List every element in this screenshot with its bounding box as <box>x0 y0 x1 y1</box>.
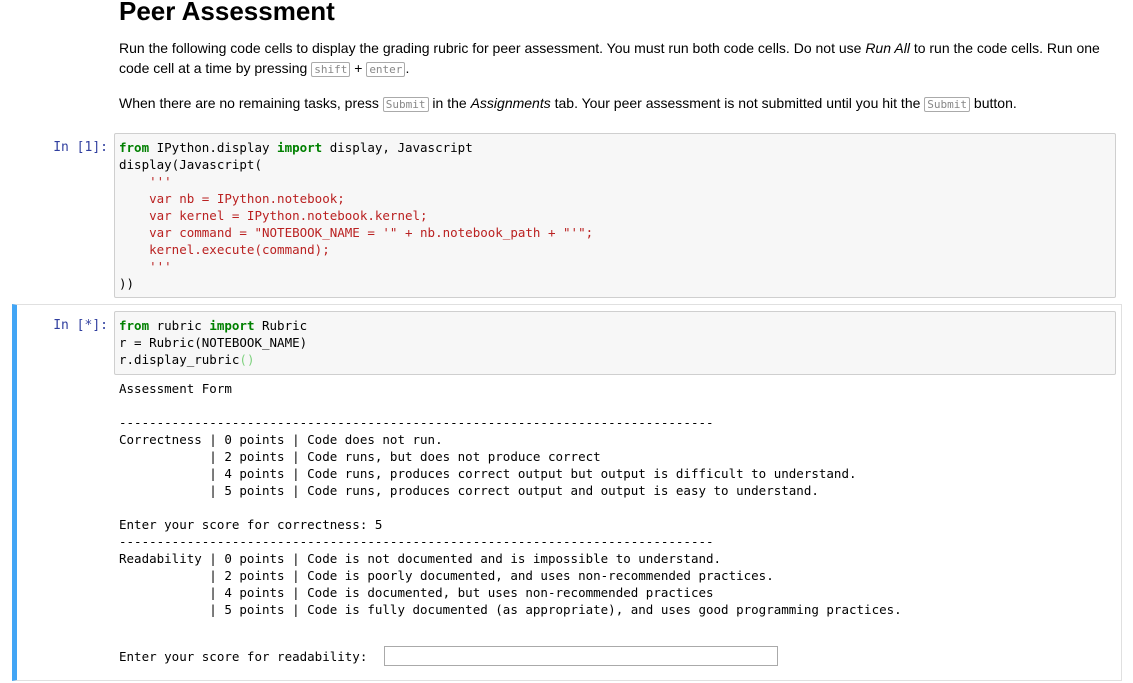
submit-key-2: Submit <box>924 97 971 112</box>
code-cell-1[interactable]: from IPython.display import display, Jav… <box>114 133 1116 298</box>
code-cell-1-source[interactable]: from IPython.display import display, Jav… <box>115 134 1115 297</box>
readability-prompt: Enter your score for readability: <box>119 649 368 664</box>
readability-score-input[interactable] <box>384 646 778 666</box>
output-heading: Assessment Form <box>119 381 232 396</box>
code-cell-2[interactable]: from rubric import Rubric r = Rubric(NOT… <box>114 311 1116 375</box>
readability-rubric: ----------------------------------------… <box>119 534 902 617</box>
cell1-prompt: In [1]: <box>53 140 108 155</box>
correctness-rubric: ----------------------------------------… <box>119 415 857 532</box>
js-string: ''' var nb = IPython.notebook; var kerne… <box>149 174 594 274</box>
submit-instructions-paragraph: When there are no remaining tasks, press… <box>119 95 1017 112</box>
enter-key: enter <box>366 62 406 77</box>
page-title: Peer Assessment <box>119 0 335 26</box>
cell2-prompt: In [*]: <box>53 318 108 333</box>
code-cell-2-source[interactable]: from rubric import Rubric r = Rubric(NOT… <box>115 312 1115 373</box>
instructions-paragraph: Run the following code cells to display … <box>119 40 1100 77</box>
submit-key: Submit <box>382 97 429 112</box>
shift-key: shift <box>311 62 351 77</box>
